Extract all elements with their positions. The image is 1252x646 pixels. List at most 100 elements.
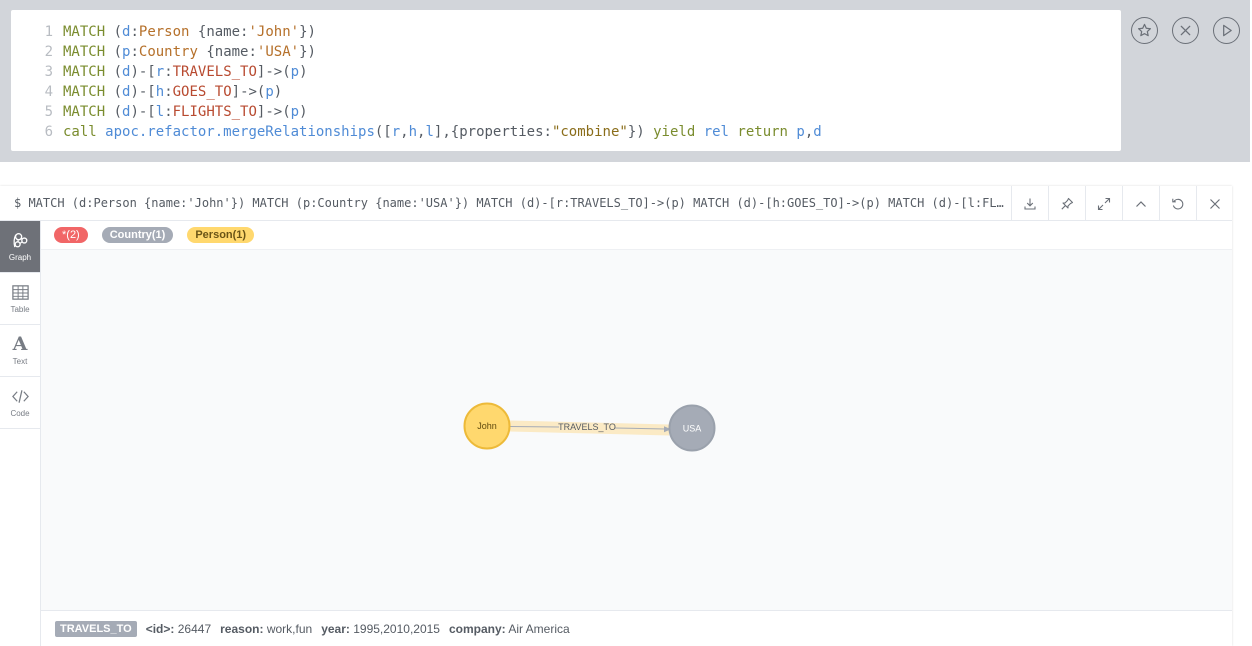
- line-number: 1: [44, 24, 53, 40]
- code-token: p: [290, 64, 300, 81]
- code-line[interactable]: 6 call apoc.refactor.mergeRelationships([…: [11, 122, 1121, 142]
- code-token: call: [63, 124, 106, 141]
- code-token: p: [290, 104, 300, 121]
- code-token: {: [189, 24, 207, 40]
- code-line[interactable]: 2 MATCH (p:Country {name:'USA'}): [11, 42, 1121, 62]
- property-key: year:: [321, 621, 350, 636]
- code-token: l: [155, 104, 165, 121]
- code-token: apoc.refactor.mergeRelationships: [105, 124, 375, 141]
- code-token: MATCH: [63, 24, 114, 40]
- code-token: :: [164, 64, 173, 81]
- legend-all-labels[interactable]: *(2): [54, 227, 88, 243]
- code-line[interactable]: 4 MATCH (d)-[h:GOES_TO]->(p): [11, 82, 1121, 102]
- code-token: name: [206, 24, 241, 40]
- code-icon: [11, 390, 29, 403]
- code-token: (: [113, 64, 123, 81]
- code-token: ,: [400, 124, 409, 141]
- collapse-button[interactable]: [1122, 186, 1159, 221]
- code-text: MATCH (d)-[h:GOES_TO]->(p): [63, 82, 282, 102]
- code-line[interactable]: 5 MATCH (d)-[l:FLIGHTS_TO]->(p): [11, 102, 1121, 122]
- code-token: yield: [653, 124, 704, 141]
- export-button[interactable]: [1011, 186, 1048, 221]
- code-token: d: [813, 124, 822, 141]
- code-token: ]->(: [256, 104, 291, 121]
- collapse-icon: [1136, 200, 1146, 207]
- run-query-button[interactable]: [1213, 17, 1240, 44]
- view-text[interactable]: A Text: [0, 325, 40, 377]
- code-token: ]->(: [256, 64, 291, 81]
- code-token: MATCH: [63, 84, 114, 101]
- code-token: }): [627, 124, 654, 141]
- view-code[interactable]: Code: [0, 377, 40, 429]
- property-key: company:: [448, 621, 506, 636]
- code-token: MATCH: [63, 64, 114, 81]
- view-table[interactable]: Table: [0, 273, 40, 325]
- inspector-bar: TRAVELS_TO <id>: 26447 reason: work,fun …: [41, 610, 1232, 646]
- play-icon: [1223, 24, 1232, 37]
- code-token: return: [737, 124, 797, 141]
- fullscreen-button[interactable]: [1085, 186, 1122, 221]
- code-token: p: [265, 84, 274, 101]
- frame-header: $ MATCH (d:Person {name:'John'}) MATCH (…: [0, 186, 1232, 221]
- clear-editor-button[interactable]: [1172, 17, 1199, 44]
- code-token: MATCH: [63, 44, 114, 61]
- legend-country[interactable]: Country(1): [101, 227, 174, 243]
- property-reason: reason: work,fun: [220, 622, 312, 636]
- line-number: 6: [44, 124, 53, 141]
- code-token: name: [214, 44, 249, 61]
- code-token: :: [248, 44, 257, 61]
- view-code-label: Code: [10, 409, 30, 418]
- property-company: company: Air America: [449, 622, 570, 636]
- property-key: reason:: [220, 621, 264, 636]
- code-token: )-[: [130, 84, 156, 101]
- pin-icon: [1061, 197, 1074, 210]
- node-john-label: John: [477, 421, 497, 431]
- expand-icon: [1097, 197, 1111, 210]
- graph-icon: [13, 232, 27, 248]
- code-token: ]->(: [231, 84, 266, 101]
- property-key: <id>:: [145, 621, 175, 636]
- code-token: (: [113, 84, 123, 101]
- code-token: {: [197, 44, 215, 61]
- legend-person[interactable]: Person(1): [187, 227, 255, 243]
- code-token: Person: [138, 24, 190, 40]
- pin-button[interactable]: [1048, 186, 1085, 221]
- rerun-button[interactable]: [1159, 186, 1196, 221]
- text-icon: A: [12, 333, 28, 355]
- code-text: MATCH (d)-[l:FLIGHTS_TO]->(p): [63, 102, 308, 122]
- node-usa[interactable]: USA: [668, 404, 716, 452]
- rerun-icon: [1172, 198, 1184, 209]
- code-token: 'John': [248, 24, 300, 40]
- relationship-type-badge[interactable]: TRAVELS_TO: [55, 620, 137, 637]
- property-year: year: 1995,2010,2015: [321, 622, 440, 636]
- graph-canvas[interactable]: TRAVELS_TO John USA: [41, 250, 1232, 610]
- property-value: Air America: [508, 621, 570, 636]
- relationship-line-start: [509, 426, 560, 428]
- property-value: 26447: [177, 621, 212, 636]
- view-graph[interactable]: Graph: [0, 221, 40, 273]
- close-frame-button[interactable]: [1196, 186, 1233, 221]
- view-graph-label: Graph: [8, 253, 32, 262]
- code-token: )-[: [130, 64, 156, 81]
- code-token: (: [113, 24, 123, 40]
- relationship-travels-to[interactable]: TRAVELS_TO: [509, 420, 671, 436]
- code-token: (: [113, 104, 123, 121]
- frame-toolbar: [1011, 186, 1233, 221]
- code-token: :: [130, 44, 139, 61]
- code-line[interactable]: 3 MATCH (d)-[r:TRAVELS_TO]->(p): [11, 62, 1121, 82]
- line-number: 4: [44, 84, 53, 101]
- table-icon: [11, 285, 29, 300]
- code-token: TRAVELS_TO: [172, 64, 257, 81]
- code-token: "combine": [551, 124, 628, 141]
- code-line[interactable]: 1 MATCH (d:Person {name:'John'}): [11, 22, 1121, 42]
- close-icon: [1210, 198, 1220, 209]
- favorite-button[interactable]: [1131, 17, 1158, 44]
- star-icon: [1137, 23, 1152, 37]
- node-john[interactable]: John: [463, 402, 511, 450]
- relationship-label: TRAVELS_TO: [558, 422, 616, 432]
- code-token: properties: [459, 124, 544, 141]
- code-token: 'USA': [256, 44, 300, 61]
- code-text: call apoc.refactor.mergeRelationships([r…: [63, 122, 822, 142]
- cypher-editor[interactable]: 1 MATCH (d:Person {name:'John'}) 2 MATCH (p…: [11, 10, 1121, 151]
- frame-title[interactable]: $ MATCH (d:Person {name:'John'}) MATCH (…: [14, 186, 1009, 221]
